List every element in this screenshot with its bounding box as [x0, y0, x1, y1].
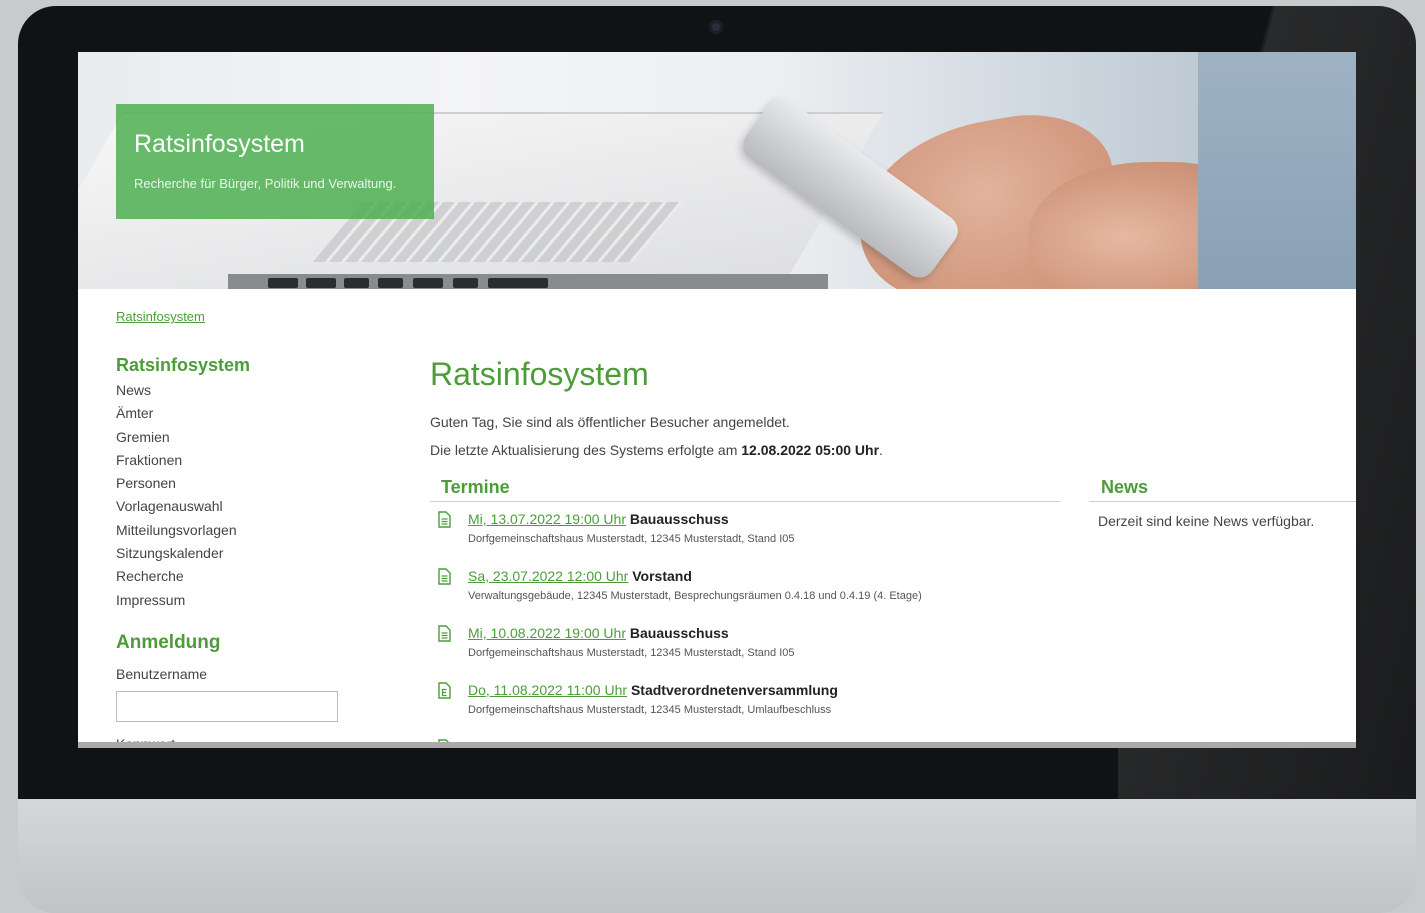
- event-title: Vorstand: [632, 568, 692, 584]
- event-title: Bauausschuss: [629, 511, 729, 527]
- update-suffix: .: [879, 442, 883, 458]
- event-date-link[interactable]: Do, 11.08.2022 11:00 Uhr: [468, 682, 627, 698]
- camera-icon: [709, 20, 723, 34]
- page-title: Ratsinfosystem: [430, 356, 649, 392]
- port-icon: [488, 278, 548, 288]
- browser-screen: Ratsinfosystem Recherche für Bürger, Pol…: [78, 52, 1356, 748]
- username-label: Benutzername: [116, 666, 208, 682]
- site-title: Ratsinfosystem: [134, 130, 305, 158]
- greeting-text: Guten Tag, Sie sind als öffentlicher Bes…: [430, 414, 790, 430]
- sidebar-nav: News Ämter Gremien Fraktionen Personen V…: [116, 379, 237, 612]
- news-empty-text: Derzeit sind keine News verfügbar.: [1098, 513, 1315, 529]
- sidebar-heading: Ratsinfosystem: [116, 355, 251, 375]
- document-icon: [438, 568, 451, 585]
- news-heading: News: [1101, 477, 1149, 497]
- update-text: Die letzte Aktualisierung des Systems er…: [430, 442, 883, 458]
- port-icon: [378, 278, 403, 288]
- termine-divider: [430, 501, 1060, 502]
- document-icon: [438, 625, 451, 642]
- termine-heading: Termine: [441, 477, 510, 497]
- sidebar-item-fraktionen[interactable]: Fraktionen: [116, 449, 237, 472]
- sidebar-item-news[interactable]: News: [116, 379, 237, 402]
- event-location: Dorfgemeinschaftshaus Musterstadt, 12345…: [468, 533, 795, 545]
- hero-banner: Ratsinfosystem Recherche für Bürger, Pol…: [78, 52, 1356, 289]
- news-divider: [1089, 501, 1356, 502]
- monitor-frame: Ratsinfosystem Recherche für Bürger, Pol…: [18, 6, 1416, 913]
- sidebar-item-gremien[interactable]: Gremien: [116, 426, 237, 449]
- sidebar-item-mitteilungsvorlagen[interactable]: Mitteilungsvorlagen: [116, 519, 237, 542]
- sidebar-item-vorlagenauswahl[interactable]: Vorlagenauswahl: [116, 495, 237, 518]
- document-e-icon: [438, 682, 451, 699]
- site-subtitle: Recherche für Bürger, Politik und Verwal…: [134, 176, 397, 191]
- horizontal-scrollbar[interactable]: [78, 742, 1356, 748]
- event-location: Verwaltungsgebäude, 12345 Musterstadt, B…: [468, 590, 922, 602]
- update-value: 12.08.2022 05:00 Uhr: [741, 442, 880, 458]
- monitor-chin: [18, 799, 1416, 913]
- breadcrumb[interactable]: Ratsinfosystem: [116, 309, 205, 324]
- sleeve-image: [1198, 52, 1356, 289]
- document-icon: [438, 511, 451, 528]
- login-heading: Anmeldung: [116, 632, 221, 653]
- port-icon: [306, 278, 336, 288]
- site-title-box: Ratsinfosystem Recherche für Bürger, Pol…: [116, 104, 434, 219]
- event-date-link[interactable]: Mi, 13.07.2022 19:00 Uhr: [468, 511, 626, 527]
- event-date-link[interactable]: Sa, 23.07.2022 12:00 Uhr: [468, 568, 628, 584]
- event-title: Bauausschuss: [629, 625, 729, 641]
- sidebar-item-recherche[interactable]: Recherche: [116, 565, 237, 588]
- sidebar-item-personen[interactable]: Personen: [116, 472, 237, 495]
- event-location: Dorfgemeinschaftshaus Musterstadt, 12345…: [468, 647, 795, 659]
- event-title: Stadtverordnetenversammlung: [630, 682, 838, 698]
- monitor-bezel: Ratsinfosystem Recherche für Bürger, Pol…: [18, 6, 1416, 799]
- update-prefix: Die letzte Aktualisierung des Systems er…: [430, 442, 738, 458]
- sidebar-item-aemter[interactable]: Ämter: [116, 402, 237, 425]
- port-icon: [344, 278, 369, 288]
- port-icon: [268, 278, 298, 288]
- username-input[interactable]: [116, 691, 338, 722]
- port-icon: [413, 278, 443, 288]
- port-icon: [453, 278, 478, 288]
- sidebar-item-impressum[interactable]: Impressum: [116, 589, 237, 612]
- sidebar-item-sitzungskalender[interactable]: Sitzungskalender: [116, 542, 237, 565]
- event-date-link[interactable]: Mi, 10.08.2022 19:00 Uhr: [468, 625, 626, 641]
- event-location: Dorfgemeinschaftshaus Musterstadt, 12345…: [468, 704, 832, 716]
